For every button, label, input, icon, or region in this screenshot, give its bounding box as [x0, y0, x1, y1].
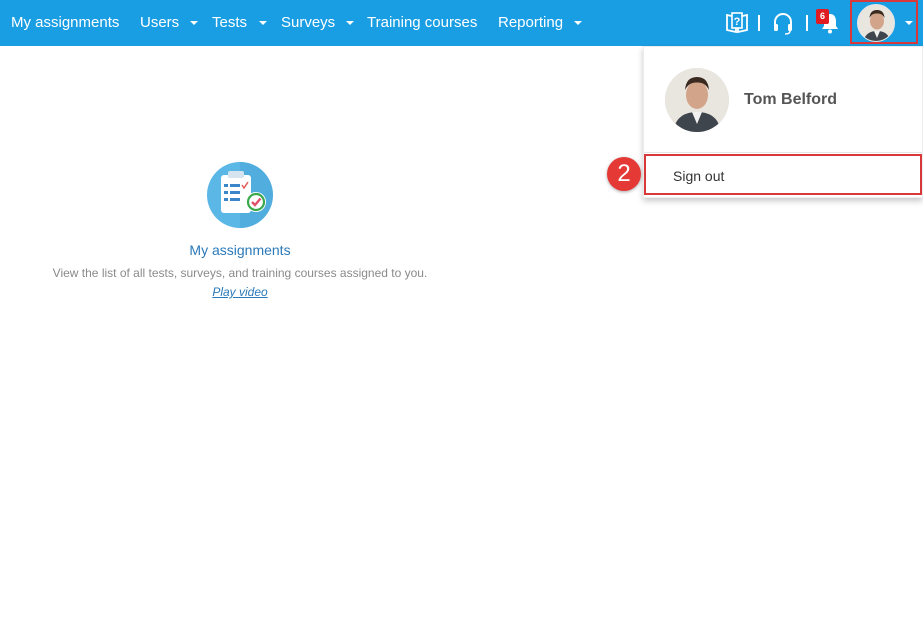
surveys-chevron-down-icon[interactable] — [346, 21, 354, 25]
nav-training-courses[interactable]: Training courses — [367, 0, 477, 46]
nav-users[interactable]: Users — [140, 0, 179, 46]
nav-surveys[interactable]: Surveys — [281, 0, 335, 46]
svg-text:?: ? — [734, 16, 741, 28]
sign-out-button[interactable]: Sign out — [644, 154, 922, 195]
user-menu-dropdown: Tom Belford Sign out — [643, 46, 923, 198]
separator — [758, 15, 760, 31]
menu-divider — [644, 152, 922, 153]
tile-description: View the list of all tests, surveys, and… — [52, 266, 428, 280]
headset-icon[interactable] — [771, 11, 795, 40]
sign-out-label: Sign out — [673, 168, 725, 184]
user-menu-avatar — [665, 68, 729, 132]
user-avatar[interactable] — [857, 4, 895, 42]
help-book-icon[interactable]: ? — [725, 11, 749, 40]
top-navbar: My assignments Users Tests Surveys Train… — [0, 0, 923, 46]
users-chevron-down-icon[interactable] — [190, 21, 198, 25]
step-marker-2: 2 — [607, 157, 641, 191]
reporting-chevron-down-icon[interactable] — [574, 21, 582, 25]
nav-tests[interactable]: Tests — [212, 0, 247, 46]
nav-my-assignments[interactable]: My assignments — [11, 0, 119, 46]
user-name: Tom Belford — [744, 91, 838, 108]
clipboard-check-icon[interactable] — [206, 161, 274, 229]
tile-title-my-assignments[interactable]: My assignments — [0, 242, 480, 258]
tests-chevron-down-icon[interactable] — [259, 21, 267, 25]
nav-reporting[interactable]: Reporting — [498, 0, 563, 46]
notification-badge: 6 — [816, 9, 829, 24]
avatar-chevron-down-icon[interactable] — [905, 21, 913, 25]
separator — [806, 15, 808, 31]
play-video-link[interactable]: Play video — [0, 285, 480, 299]
